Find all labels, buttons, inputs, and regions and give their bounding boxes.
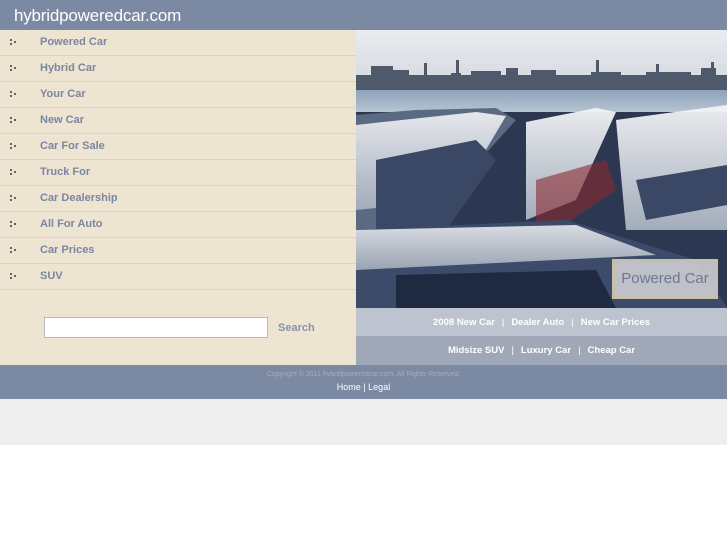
sidebar-item-label[interactable]: Car For Sale (40, 140, 105, 152)
sidebar-item-label[interactable]: Car Dealership (40, 192, 118, 204)
bullet-dots-icon (10, 65, 18, 73)
sidebar: Powered Car Hybrid Car Your Car New Car … (0, 30, 356, 365)
sidebar-item-label[interactable]: Hybrid Car (40, 62, 96, 74)
sidebar-item-label[interactable]: All For Auto (40, 218, 103, 230)
hero-badge[interactable]: Powered Car (612, 259, 718, 299)
sidebar-item-car-dealership[interactable]: Car Dealership (0, 186, 356, 212)
link-cheap-car[interactable]: Cheap Car (588, 345, 636, 356)
bullet-dots-icon (10, 143, 18, 151)
footer-links: Home | Legal (0, 382, 727, 392)
sidebar-item-label[interactable]: Your Car (40, 88, 86, 100)
footer-separator: | (363, 382, 366, 392)
sidebar-item-label[interactable]: Powered Car (40, 36, 107, 48)
search-input[interactable] (44, 317, 268, 338)
bullet-dots-icon (10, 247, 18, 255)
footer-link-legal[interactable]: Legal (368, 382, 390, 392)
link-separator: | (501, 317, 505, 328)
search-button[interactable]: Search (278, 322, 315, 334)
bullet-dots-icon (10, 117, 18, 125)
link-separator: | (578, 345, 581, 356)
link-2008-new-car[interactable]: 2008 New Car (433, 317, 495, 328)
link-separator: | (571, 317, 574, 328)
sidebar-item-label[interactable]: New Car (40, 114, 84, 126)
sidebar-item-label[interactable]: Truck For (40, 166, 90, 178)
bullet-dots-icon (10, 169, 18, 177)
sidebar-item-new-car[interactable]: New Car (0, 108, 356, 134)
bullet-dots-icon (10, 221, 18, 229)
sidebar-item-hybrid-car[interactable]: Hybrid Car (0, 56, 356, 82)
link-luxury-car[interactable]: Luxury Car (521, 345, 571, 356)
bullet-dots-icon (10, 195, 18, 203)
link-dealer-auto[interactable]: Dealer Auto (511, 317, 564, 328)
sidebar-item-car-for-sale[interactable]: Car For Sale (0, 134, 356, 160)
sidebar-item-all-for-auto[interactable]: All For Auto (0, 212, 356, 238)
link-midsize-suv[interactable]: Midsize SUV (448, 345, 505, 356)
sidebar-item-truck-for[interactable]: Truck For (0, 160, 356, 186)
hero-image: Powered Car (356, 30, 727, 308)
sea (356, 90, 727, 112)
site-footer: Copyright © 2011 hybridpoweredcar.com. A… (0, 365, 727, 399)
bullet-dots-icon (10, 39, 18, 47)
copyright-text: Copyright © 2011 hybridpoweredcar.com. A… (266, 371, 461, 378)
page-bottom-band (0, 399, 727, 445)
sidebar-item-powered-car[interactable]: Powered Car (0, 30, 356, 56)
bullet-dots-icon (10, 273, 18, 281)
sidebar-item-car-prices[interactable]: Car Prices (0, 238, 356, 264)
footer-link-home[interactable]: Home (337, 382, 361, 392)
link-new-car-prices[interactable]: New Car Prices (581, 317, 650, 328)
quick-links-row-2: Midsize SUV | Luxury Car | Cheap Car (356, 336, 727, 365)
sidebar-nav: Powered Car Hybrid Car Your Car New Car … (0, 30, 356, 290)
site-header: hybridpoweredcar.com (0, 0, 727, 30)
quick-links-row-1: 2008 New Car | Dealer Auto | New Car Prices (356, 308, 727, 336)
sidebar-item-label[interactable]: Car Prices (40, 244, 94, 256)
link-separator: | (511, 345, 514, 356)
sidebar-item-suv[interactable]: SUV (0, 264, 356, 290)
sidebar-item-your-car[interactable]: Your Car (0, 82, 356, 108)
sidebar-item-label[interactable]: SUV (40, 270, 63, 282)
site-title[interactable]: hybridpoweredcar.com (14, 6, 181, 26)
bullet-dots-icon (10, 91, 18, 99)
